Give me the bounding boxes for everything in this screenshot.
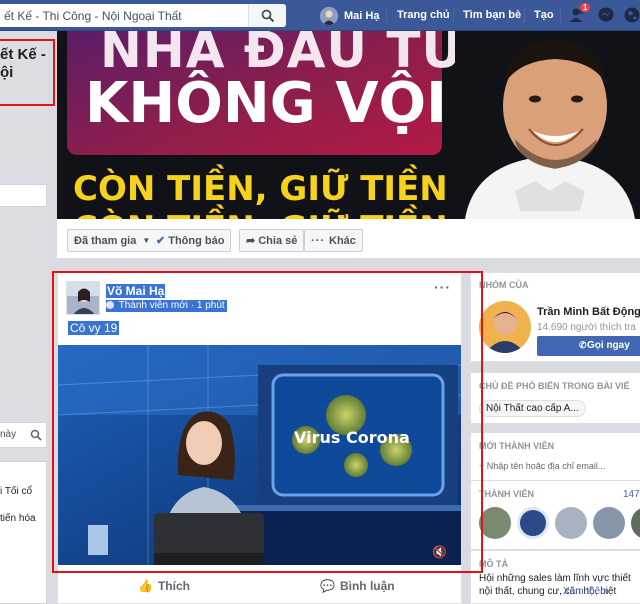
search-icon	[261, 9, 275, 23]
post-author-name[interactable]: Võ Mai Hạ	[106, 284, 166, 298]
call-now-button[interactable]: ✆ Gọi ngay	[537, 336, 640, 356]
admin-avatar[interactable]	[479, 301, 531, 353]
globe-icon	[624, 7, 640, 23]
comment-label: Bình luận	[339, 579, 395, 593]
comment-icon: 💬	[320, 579, 335, 593]
topic-chip[interactable]: Nội Thất cao cấp A...	[479, 400, 586, 417]
nav-divider	[453, 8, 454, 23]
add-member-input[interactable]: + Nhập tên hoặc địa chỉ email...	[479, 461, 605, 471]
new-members-header: MỚI THÀNH VIÊN	[479, 441, 555, 451]
cover-subheadline: CÒN TIỀN, GIỮ TIỀN	[73, 169, 448, 209]
more-label: Khác	[329, 234, 356, 247]
group-title-line-1: ết Kế -	[0, 46, 46, 63]
post-video[interactable]: Virus Corona 🔇	[58, 345, 461, 565]
share-label: Chia sẻ	[258, 234, 298, 247]
group-cover-photo[interactable]: NHÀ ĐẦU TƯ KHÔNG VỘI CÒN TIỀN, GIỮ TIỀN …	[57, 31, 640, 219]
more-button[interactable]: ··· Khác	[304, 229, 363, 252]
nav-divider	[386, 8, 387, 23]
like-icon: 👍	[138, 579, 153, 593]
share-icon: ➦	[246, 235, 256, 247]
new-members-card: MỚI THÀNH VIÊN + Nhập tên hoặc địa chỉ e…	[470, 432, 640, 484]
sidebar-card	[0, 184, 47, 207]
notifications-label: Thông báo	[168, 234, 225, 247]
member-avatar[interactable]	[479, 507, 511, 539]
post-meta-text: Thành viên mới · 1 phút	[118, 300, 225, 311]
description-card: MÔ TẢ Hội những sales làm lĩnh vực thiết…	[470, 550, 640, 604]
sidebar-list: i Tối cổ tiến hóa	[0, 461, 47, 604]
cover-subheadline-2: CÒN TIỀN, GIỮ TIỀN	[73, 209, 448, 219]
sidebar-item-1[interactable]: i Tối cổ	[0, 486, 32, 497]
friend-requests-badge: 1	[579, 2, 592, 13]
video-banner-text: Virus Corona	[294, 428, 410, 447]
nav-divider	[524, 8, 525, 23]
member-avatar[interactable]	[631, 507, 640, 539]
profile-link[interactable]: Mai Hạ	[320, 5, 379, 26]
post-author-avatar[interactable]	[66, 281, 100, 315]
profile-avatar	[320, 6, 338, 25]
search-icon	[30, 429, 42, 441]
members-count[interactable]: 147	[623, 489, 640, 500]
top-navigation-bar: ết Kế - Thi Công - Nội Ngoại Thất Mai Hạ…	[0, 0, 640, 31]
notifications-toggle-button[interactable]: ✔ Thông báo	[150, 229, 232, 252]
admin-card-header: NHÓM CỦA	[479, 280, 529, 290]
joined-label: Đã tham gia	[74, 234, 137, 247]
messenger-icon	[598, 7, 614, 22]
post-actions-bar: 👍 Thích 💬 Bình luận	[58, 571, 461, 603]
post-meta: Thành viên mới · 1 phút	[106, 300, 227, 312]
description-line-1: Hội những sales làm lĩnh vực thiết	[479, 573, 631, 584]
call-now-label: Gọi ngay	[587, 340, 630, 351]
friend-requests-button[interactable]: 1	[569, 2, 592, 27]
group-admin-card: NHÓM CỦA Trần Minh Bất Động S 14.690 ngư…	[470, 272, 640, 362]
group-title-line-2: ội	[0, 64, 14, 81]
search-bar[interactable]: ết Kế - Thi Công - Nội Ngoại Thất	[0, 4, 286, 27]
popular-topics-card: CHỦ ĐỀ PHỔ BIẾN TRONG BÀI VIẾ Nội Thất c…	[470, 372, 640, 424]
member-avatar[interactable]	[517, 507, 549, 539]
search-input[interactable]: ết Kế - Thi Công - Nội Ngoại Thất	[4, 9, 182, 23]
profile-name[interactable]: Mai Hạ	[344, 10, 379, 22]
right-sidebar: NHÓM CỦA Trần Minh Bất Động S 14.690 ngư…	[470, 272, 640, 604]
topics-header: CHỦ ĐỀ PHỔ BIẾN TRONG BÀI VIẾ	[479, 381, 630, 391]
post-options-button[interactable]: ···	[434, 279, 451, 295]
see-more-link[interactable]: Xem thêm	[563, 586, 609, 597]
messenger-button[interactable]	[597, 6, 615, 27]
cover-person-photo	[455, 31, 640, 219]
create-link[interactable]: Tạo	[534, 9, 554, 21]
joined-button[interactable]: Đã tham gia ▼	[67, 229, 158, 252]
members-card: THÀNH VIÊN 147	[470, 480, 640, 550]
new-member-icon	[106, 301, 114, 309]
description-header: MÔ TẢ	[479, 559, 508, 569]
notifications-button[interactable]	[623, 6, 640, 27]
check-icon: ✔	[156, 235, 166, 247]
find-friends-link[interactable]: Tìm bạn bè	[463, 9, 521, 21]
member-avatar[interactable]	[555, 507, 587, 539]
post-body-text: Cô vy 19	[68, 321, 120, 335]
member-avatar[interactable]	[593, 507, 625, 539]
cover-headline-2: KHÔNG VỘI	[85, 71, 447, 136]
nav-divider	[560, 8, 561, 23]
group-action-bar: Đã tham gia ▼ ✔ Thông báo ➦ Chia sẻ ··· …	[57, 219, 640, 259]
search-button[interactable]	[248, 4, 286, 27]
more-icon: ···	[311, 234, 325, 247]
left-sidebar: ết Kế - ội này i Tối cổ tiến hóa	[0, 31, 48, 604]
volume-icon[interactable]: 🔇	[432, 545, 447, 559]
members-header: THÀNH VIÊN	[479, 489, 535, 499]
sidebar-item-2[interactable]: tiến hóa	[0, 513, 36, 524]
group-title[interactable]: ết Kế - ội	[0, 46, 46, 82]
like-label: Thích	[157, 579, 190, 593]
sidebar-search-label: này	[0, 429, 17, 440]
admin-name[interactable]: Trần Minh Bất Động S	[537, 306, 640, 318]
comment-button[interactable]: 💬 Bình luận	[320, 579, 395, 593]
like-button[interactable]: 👍 Thích	[138, 579, 190, 593]
sidebar-search[interactable]: này	[0, 422, 47, 448]
feed-post: Võ Mai Hạ Thành viên mới · 1 phút ··· Cô…	[57, 272, 462, 604]
admin-followers: 14.690 người thích tra	[537, 322, 636, 333]
home-link[interactable]: Trang chủ	[397, 9, 450, 21]
video-frame	[58, 345, 461, 565]
share-button[interactable]: ➦ Chia sẻ	[239, 229, 305, 252]
phone-icon: ✆	[579, 340, 587, 350]
